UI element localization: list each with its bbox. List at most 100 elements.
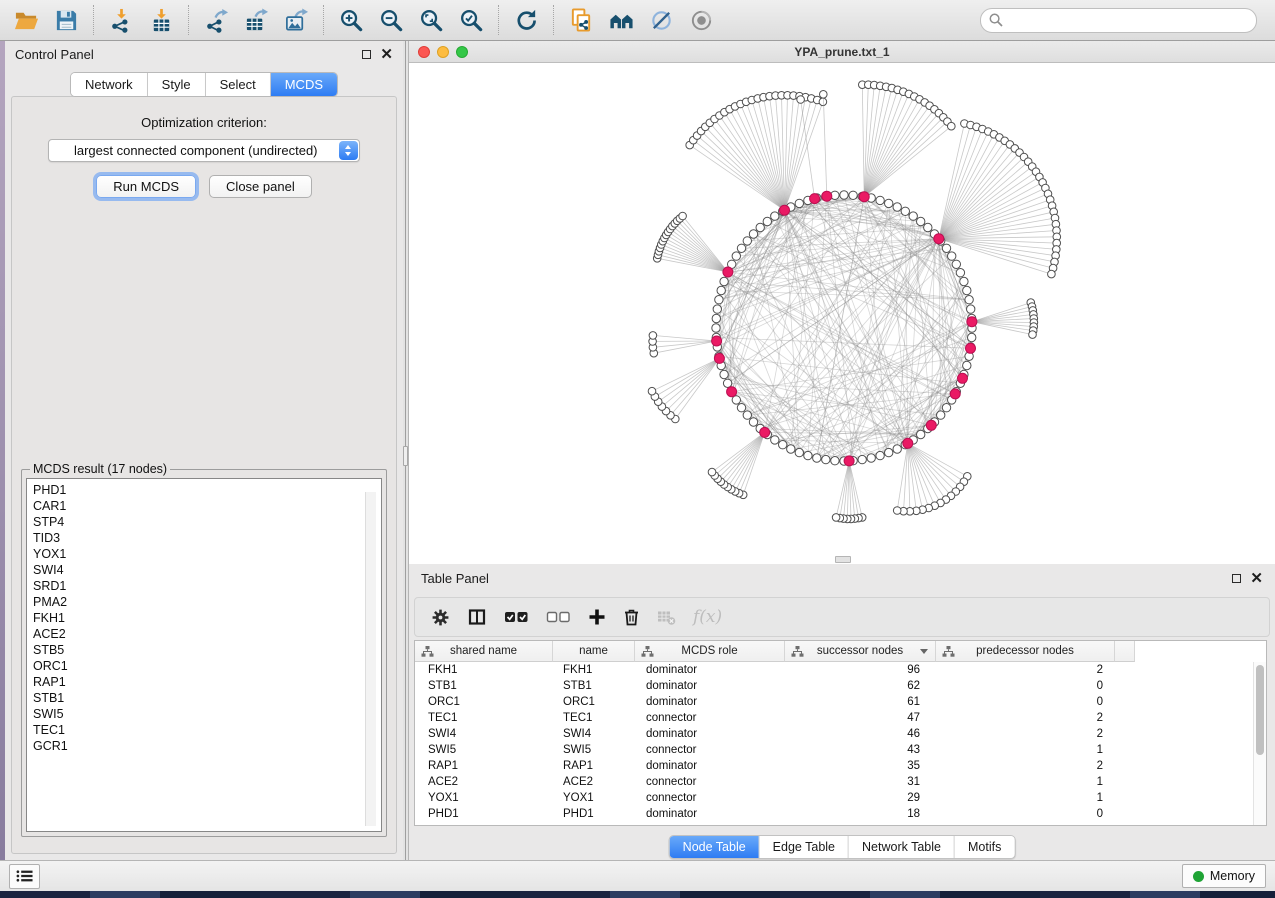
ring-node[interactable] <box>917 430 925 438</box>
table-row[interactable]: ACE2ACE2connector311 <box>415 774 1253 790</box>
table-cell[interactable]: YOX1 <box>553 790 635 806</box>
table-cell[interactable]: 29 <box>785 790 936 806</box>
edge[interactable] <box>730 109 785 210</box>
result-item[interactable]: ACE2 <box>33 626 381 642</box>
zoom-selected-button[interactable] <box>451 3 491 37</box>
table-row[interactable]: ORC1ORC1dominator610 <box>415 694 1253 710</box>
result-item[interactable]: SWI5 <box>33 706 381 722</box>
hub-node[interactable] <box>966 343 976 353</box>
edge[interactable] <box>653 335 717 341</box>
table-cell[interactable]: dominator <box>635 694 785 710</box>
save-session-button[interactable] <box>46 3 86 37</box>
edge[interactable] <box>670 229 728 272</box>
ring-node[interactable] <box>965 296 973 304</box>
minimize-traffic-light-icon[interactable] <box>437 46 449 58</box>
result-item[interactable]: TEC1 <box>33 722 381 738</box>
ring-node[interactable] <box>737 404 745 412</box>
edge[interactable] <box>671 358 720 415</box>
ring-node[interactable] <box>737 244 745 252</box>
table-row[interactable]: FKH1FKH1dominator962 <box>415 662 1253 678</box>
table-cell[interactable]: 0 <box>936 678 1115 694</box>
ring-node[interactable] <box>893 445 901 453</box>
maximize-traffic-light-icon[interactable] <box>456 46 468 58</box>
ring-node[interactable] <box>804 451 812 459</box>
table-cell[interactable]: dominator <box>635 726 785 742</box>
result-item[interactable]: STB5 <box>33 642 381 658</box>
table-cell[interactable]: 18 <box>785 806 936 822</box>
edge[interactable] <box>864 117 943 196</box>
edge[interactable] <box>717 211 905 309</box>
edge[interactable] <box>739 432 765 493</box>
hub-node[interactable] <box>934 234 944 244</box>
close-panel-icon[interactable]: ✕ <box>1250 574 1263 583</box>
result-item[interactable]: RAP1 <box>33 674 381 690</box>
ring-node[interactable] <box>713 305 721 313</box>
ring-node[interactable] <box>771 436 779 444</box>
ring-node[interactable] <box>795 199 803 207</box>
leaf-node[interactable] <box>797 96 805 104</box>
table-row[interactable]: SWI4SWI4dominator462 <box>415 726 1253 742</box>
edge[interactable] <box>904 443 908 511</box>
ring-node[interactable] <box>885 448 893 456</box>
result-item[interactable]: CAR1 <box>33 498 381 514</box>
export-table-button[interactable] <box>236 3 276 37</box>
table-cell[interactable]: dominator <box>635 662 785 678</box>
zoom-fit-button[interactable] <box>411 3 451 37</box>
table-cell[interactable]: 1 <box>936 742 1115 758</box>
edge[interactable] <box>908 443 951 496</box>
ring-node[interactable] <box>909 212 917 220</box>
column-header-name[interactable]: name <box>553 641 635 662</box>
hub-node[interactable] <box>859 192 869 202</box>
edge[interactable] <box>721 432 765 481</box>
ring-node[interactable] <box>813 454 821 462</box>
edge[interactable] <box>939 132 988 239</box>
ring-node[interactable] <box>849 191 857 199</box>
tab-edge-table[interactable]: Edge Table <box>760 836 849 858</box>
table-cell[interactable]: 0 <box>936 694 1115 710</box>
table-cell[interactable]: 1 <box>936 774 1115 790</box>
panel-list-button[interactable] <box>9 864 40 889</box>
table-cell[interactable]: SWI4 <box>415 726 553 742</box>
hub-node[interactable] <box>822 191 832 201</box>
table-cell[interactable]: 31 <box>785 774 936 790</box>
edge[interactable] <box>735 432 765 491</box>
leaf-node[interactable] <box>820 91 828 99</box>
table-cell[interactable]: connector <box>635 774 785 790</box>
table-cell[interactable]: connector <box>635 710 785 726</box>
table-cell[interactable]: 47 <box>785 710 936 726</box>
table-cell[interactable]: 1 <box>936 790 1115 806</box>
add-column-button[interactable] <box>588 608 606 626</box>
memory-button[interactable]: Memory <box>1182 864 1266 888</box>
table-row[interactable]: PHD1PHD1dominator180 <box>415 806 1253 822</box>
table-cell[interactable]: TEC1 <box>553 710 635 726</box>
ring-node[interactable] <box>893 203 901 211</box>
result-item[interactable]: ORC1 <box>33 658 381 674</box>
tab-style[interactable]: Style <box>148 73 206 96</box>
table-cell[interactable]: SWI5 <box>553 742 635 758</box>
hub-node[interactable] <box>727 387 737 397</box>
ring-node[interactable] <box>749 418 757 426</box>
table-cell[interactable]: FKH1 <box>553 662 635 678</box>
edge[interactable] <box>663 241 728 272</box>
ring-node[interactable] <box>756 223 764 231</box>
edge[interactable] <box>908 443 956 491</box>
ring-node[interactable] <box>763 217 771 225</box>
table-cell[interactable]: SWI5 <box>415 742 553 758</box>
ring-node[interactable] <box>967 305 975 313</box>
table-cell[interactable]: PHD1 <box>415 806 553 822</box>
table-cell[interactable]: ACE2 <box>415 774 553 790</box>
hub-node[interactable] <box>958 373 968 383</box>
leaf-node[interactable] <box>948 122 956 130</box>
leaf-node[interactable] <box>648 387 656 395</box>
edge[interactable] <box>972 322 1033 335</box>
ring-node[interactable] <box>942 404 950 412</box>
hub-node[interactable] <box>967 317 977 327</box>
ring-node[interactable] <box>723 379 731 387</box>
network-graph[interactable] <box>409 63 1275 564</box>
table-cell[interactable]: dominator <box>635 806 785 822</box>
tab-network[interactable]: Network <box>71 73 148 96</box>
scrollbar-thumb[interactable] <box>1256 665 1264 755</box>
result-item[interactable]: STP4 <box>33 514 381 530</box>
hub-node[interactable] <box>712 336 722 346</box>
leaf-node[interactable] <box>708 468 716 476</box>
